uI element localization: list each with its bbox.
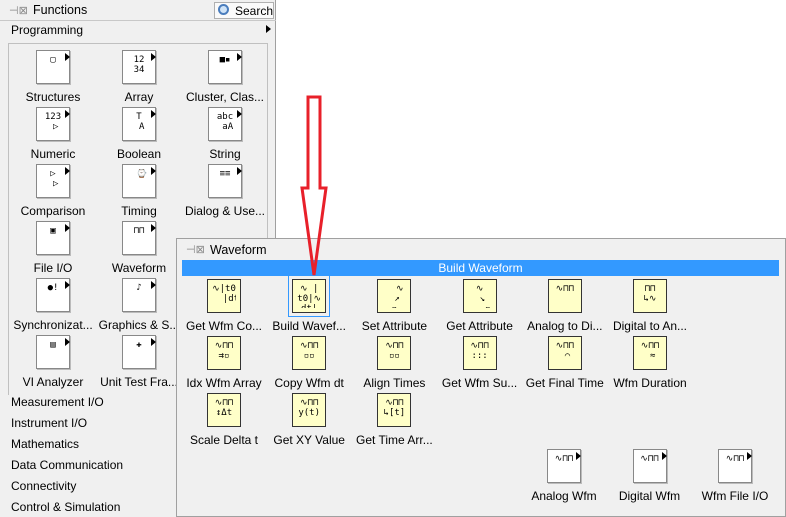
red-arrow-annotation xyxy=(300,95,328,276)
arrow-shape xyxy=(300,95,328,276)
